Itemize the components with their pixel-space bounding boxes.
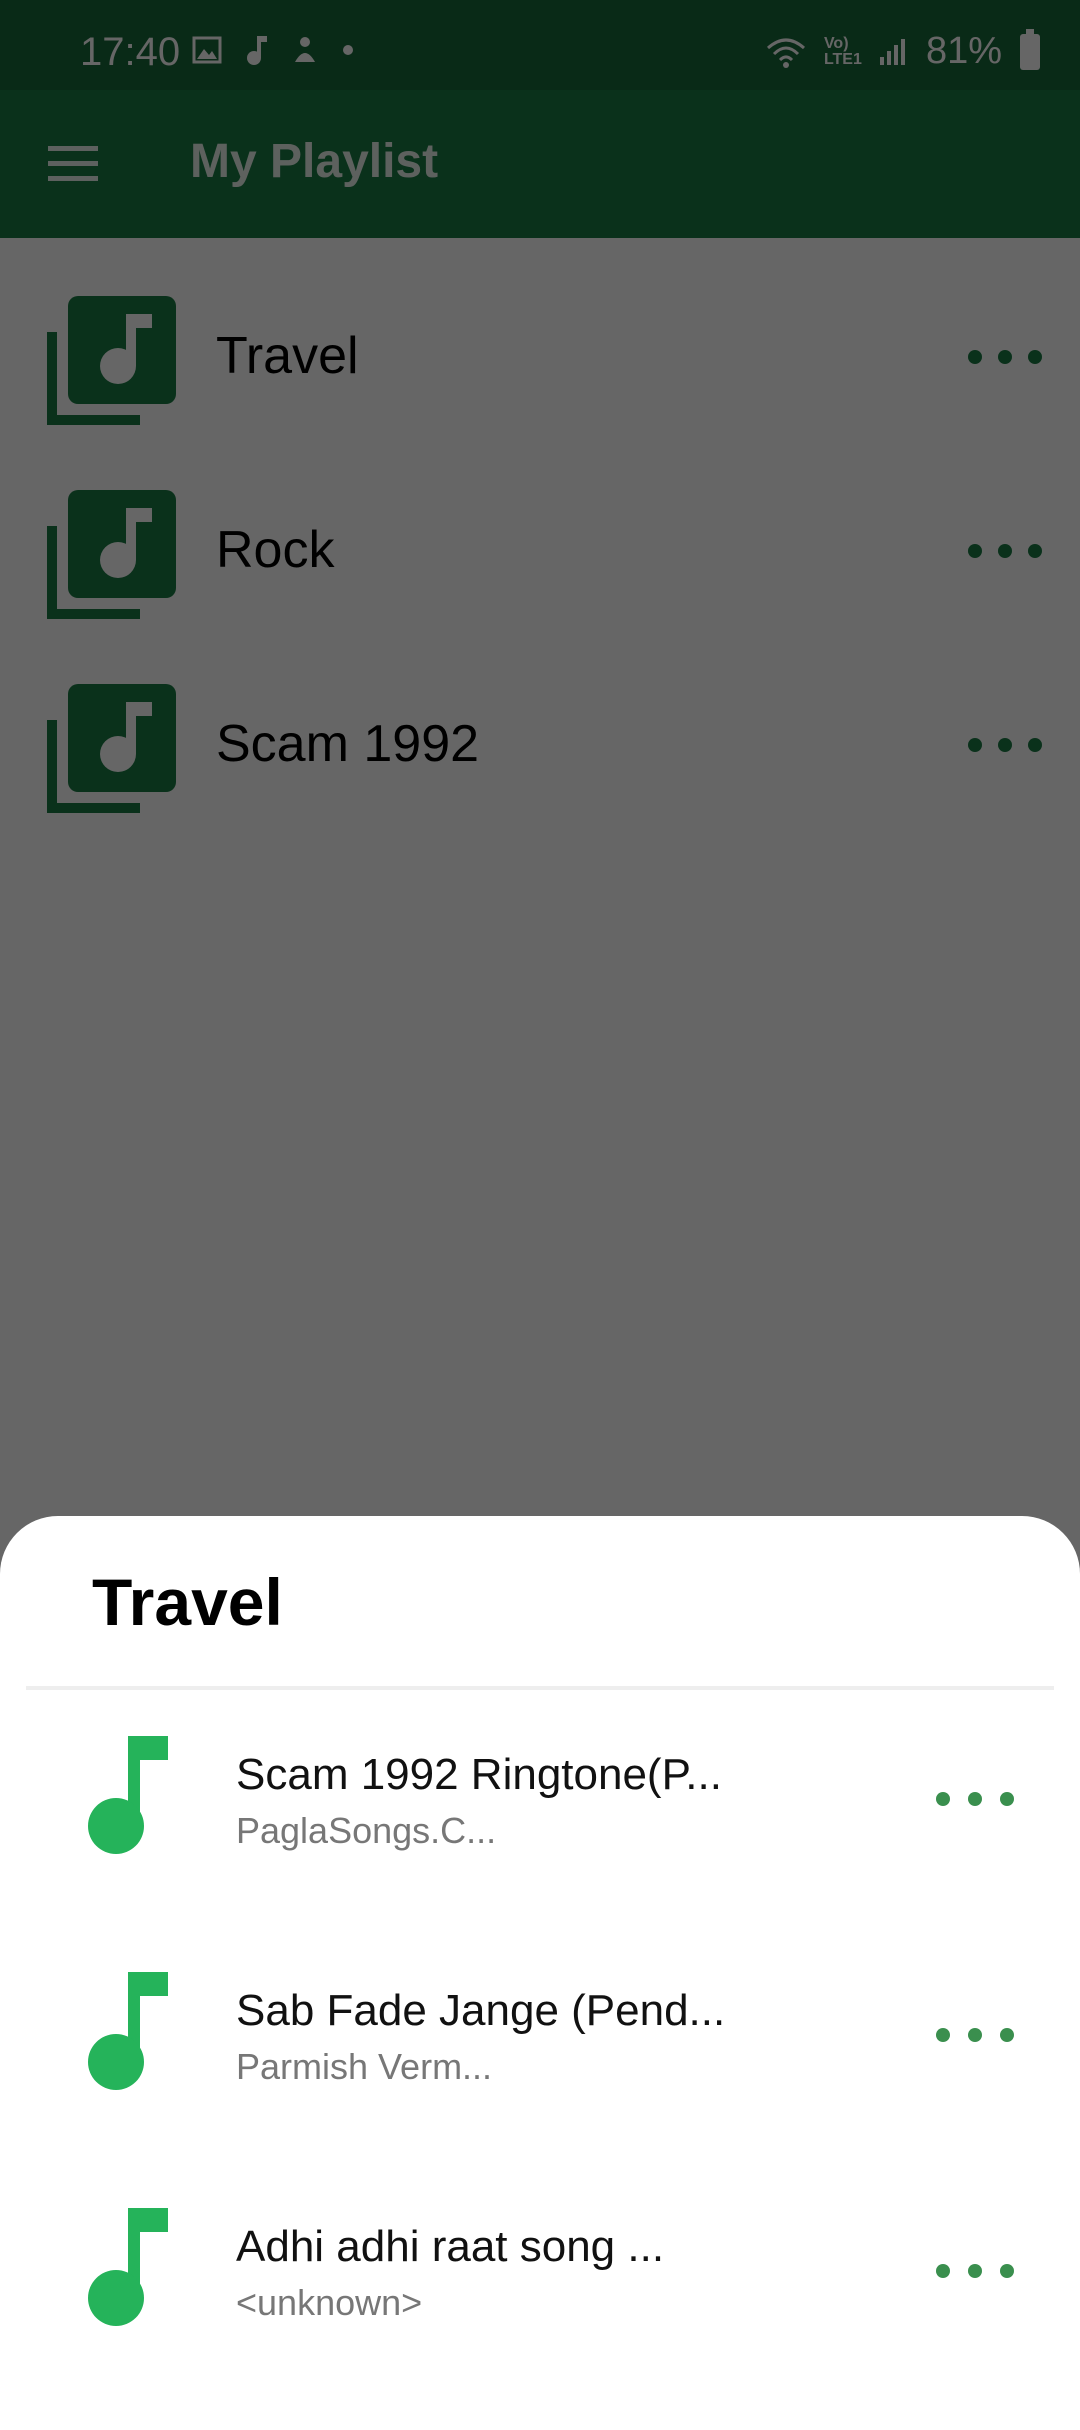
- more-options-icon[interactable]: [936, 2028, 1014, 2042]
- song-title: Sab Fade Jange (Pend...: [236, 1986, 726, 2035]
- volte-lte-icon: Vo) LTE1: [823, 34, 862, 68]
- system-icons: Vo) LTE1 81%: [766, 28, 1040, 73]
- playlist-name: Travel: [216, 327, 359, 385]
- playlist-item-scam-1992[interactable]: Scam 1992: [0, 626, 1080, 820]
- signal-strength-icon: [879, 38, 905, 65]
- page-title: My Playlist: [190, 135, 439, 188]
- song-item[interactable]: Adhi adhi raat song ... <unknown>: [0, 2194, 1080, 2430]
- song-title: Adhi adhi raat song ...: [236, 2222, 665, 2271]
- wifi-icon: [766, 38, 805, 68]
- more-notifications-dot-icon: [343, 45, 353, 55]
- song-list: Scam 1992 Ringtone(P... PaglaSongs.C... …: [0, 1722, 1080, 2430]
- song-item[interactable]: Sab Fade Jange (Pend... Parmish Verm...: [0, 1958, 1080, 2194]
- music-note-icon: [88, 2208, 168, 2326]
- song-artist: <unknown>: [236, 2282, 423, 2323]
- music-note-icon: [247, 36, 267, 65]
- playlist-item-travel[interactable]: Travel: [0, 238, 1080, 432]
- status-time: 17:40: [80, 30, 181, 74]
- battery-percentage: 81%: [925, 30, 1002, 72]
- notification-icons: [192, 34, 354, 66]
- playlist-icon: [47, 296, 176, 425]
- music-note-icon: [88, 1972, 168, 2090]
- app-notification-icon: [295, 37, 315, 62]
- playlist-name: Rock: [216, 521, 335, 579]
- music-note-icon: [88, 1736, 168, 1854]
- divider: [26, 1686, 1054, 1690]
- playlist-icon: [47, 684, 176, 813]
- more-options-icon[interactable]: [936, 1792, 1014, 1806]
- battery-icon: [1020, 28, 1040, 70]
- playlist-item-rock[interactable]: Rock: [0, 432, 1080, 626]
- more-options-icon[interactable]: [968, 544, 1042, 558]
- playlist-bottom-sheet: Travel Scam 1992 Ringtone(P... PaglaSong…: [0, 1516, 1080, 2400]
- song-title: Scam 1992 Ringtone(P...: [236, 1750, 722, 1799]
- more-options-icon[interactable]: [936, 2264, 1014, 2278]
- playlist-list: Travel Rock Scam 1992: [0, 238, 1080, 820]
- playlist-icon: [47, 490, 176, 619]
- hamburger-menu-icon[interactable]: [48, 146, 98, 182]
- song-artist: PaglaSongs.C...: [236, 1810, 497, 1851]
- more-options-icon[interactable]: [968, 350, 1042, 364]
- song-item[interactable]: Scam 1992 Ringtone(P... PaglaSongs.C...: [0, 1722, 1080, 1958]
- image-icon: [192, 36, 222, 64]
- song-artist: Parmish Verm...: [236, 2046, 493, 2087]
- playlist-name: Scam 1992: [216, 715, 480, 773]
- app-bar: My Playlist: [0, 90, 1080, 238]
- status-bar: 17:40 Vo) LTE1 81%: [0, 0, 1080, 90]
- more-options-icon[interactable]: [968, 738, 1042, 752]
- sheet-title: Travel: [92, 1565, 283, 1639]
